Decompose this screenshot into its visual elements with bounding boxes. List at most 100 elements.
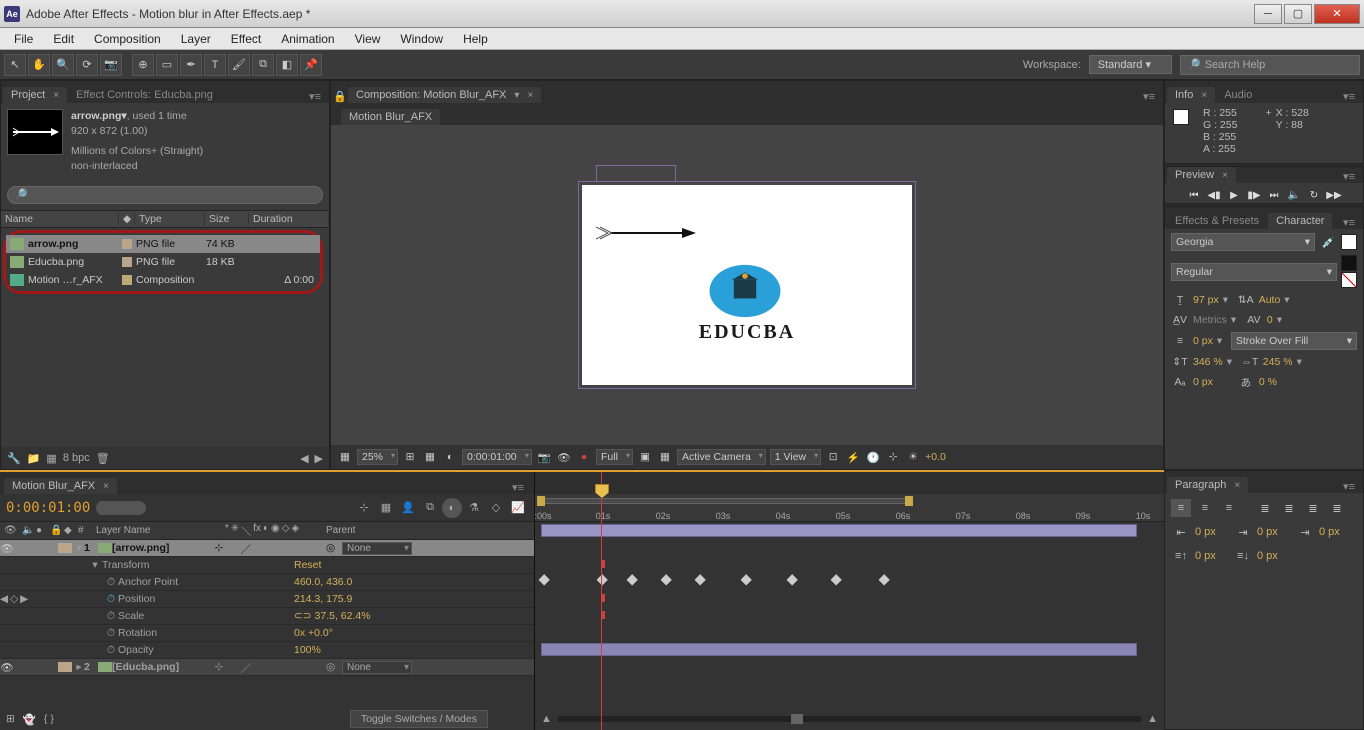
hand-tool-icon[interactable]: ✋ [28, 54, 50, 76]
stopwatch-active-icon[interactable]: ⏱ [106, 593, 116, 606]
panel-menu-icon[interactable]: ▾≡ [309, 90, 321, 103]
expand-icon[interactable]: ▸ [74, 661, 84, 673]
label-col-icon[interactable]: ◆ [60, 525, 74, 536]
loop-icon[interactable]: ↻ [1305, 187, 1323, 203]
close-icon[interactable]: × [1234, 480, 1240, 491]
new-folder-icon[interactable]: 📁 [27, 452, 41, 465]
solo-col-icon[interactable]: ● [32, 525, 46, 536]
kerning-value[interactable]: Metrics [1193, 314, 1227, 326]
auto-keyframe-icon[interactable]: ◇ [486, 498, 506, 518]
camera-tool-icon[interactable]: 📷 [100, 54, 122, 76]
stopwatch-icon[interactable]: ⏱ [106, 644, 116, 657]
vscale-value[interactable]: 346 % [1193, 356, 1223, 368]
project-search-input[interactable]: 🔎 [7, 186, 323, 204]
scale-value[interactable]: ⊂⊃ 37.5, 62.4% [294, 610, 424, 622]
transform-group-row[interactable]: ▾ Transform Reset [0, 557, 534, 574]
toggle-switches-button[interactable]: Toggle Switches / Modes [350, 710, 488, 728]
draft3d-icon[interactable]: ▦ [376, 498, 396, 518]
mask-toggle-icon[interactable]: ▦ [337, 449, 353, 465]
indent-right-value[interactable]: 0 px [1319, 526, 1353, 538]
mute-icon[interactable]: 🔈 [1285, 187, 1303, 203]
stroke-color-swatch[interactable] [1341, 255, 1357, 271]
next-frame-icon[interactable]: ▮▶ [1245, 187, 1263, 203]
ghost-icon[interactable]: 👻 [23, 713, 36, 726]
selection-tool-icon[interactable]: ↖ [4, 54, 26, 76]
anchor-value[interactable]: 460.0, 436.0 [294, 576, 424, 588]
tab-effects-presets[interactable]: Effects & Presets [1167, 213, 1267, 229]
flowchart-icon[interactable]: ⊹ [885, 449, 901, 465]
arrow-layer-graphic[interactable] [596, 223, 696, 243]
first-frame-icon[interactable]: ⏮ [1185, 187, 1203, 203]
keyframe-icon[interactable] [741, 574, 752, 585]
close-icon[interactable]: × [1222, 170, 1228, 181]
timeline-search-input[interactable] [96, 501, 146, 515]
resolution-dropdown[interactable]: Full [596, 449, 633, 465]
prop-anchor-row[interactable]: ⏱ Anchor Point 460.0, 436.0 [0, 574, 534, 591]
panel-menu-icon[interactable]: ▾≡ [1343, 480, 1355, 493]
menu-file[interactable]: File [6, 30, 41, 48]
play-icon[interactable]: ▶ [1225, 187, 1243, 203]
tsume-value[interactable]: 0 % [1259, 376, 1277, 388]
add-key-icon[interactable]: ◇ [10, 593, 18, 605]
space-after-value[interactable]: 0 px [1257, 550, 1291, 562]
close-icon[interactable]: × [53, 90, 59, 101]
prop-scale-row[interactable]: ⏱ Scale ⊂⊃ 37.5, 62.4% [0, 608, 534, 625]
opacity-value[interactable]: 100% [294, 644, 424, 656]
align-left-icon[interactable]: ≡ [1171, 499, 1191, 517]
ram-preview-icon[interactable]: ▶▶ [1325, 187, 1343, 203]
keyframe-icon[interactable] [661, 574, 672, 585]
timeline-icon[interactable]: 🕐 [865, 449, 881, 465]
hide-shy-icon[interactable]: 👤 [398, 498, 418, 518]
layer-row-2[interactable]: 👁 ▸ 2 [Educba.png] ⊹／ ◎ None [0, 659, 534, 676]
lock-icon[interactable]: 🔒 [333, 90, 347, 103]
tab-composition[interactable]: Composition: Motion Blur_AFX ▾× [348, 87, 541, 103]
close-icon[interactable]: × [1201, 90, 1207, 101]
align-right-icon[interactable]: ≡ [1219, 499, 1239, 517]
visibility-toggle-icon[interactable]: 👁 [0, 661, 14, 674]
prev-key-icon[interactable]: ◀ [0, 593, 8, 605]
zoom-tool-icon[interactable]: 🔍 [52, 54, 74, 76]
speaker-col-icon[interactable]: 🔈 [18, 525, 32, 536]
rotation-value[interactable]: 0x +0.0° [294, 627, 424, 639]
font-size-value[interactable]: 97 px [1193, 294, 1219, 306]
menu-edit[interactable]: Edit [45, 30, 82, 48]
channel-r-icon[interactable]: ● [576, 449, 592, 465]
lock-col-icon[interactable]: 🔒 [46, 525, 60, 536]
menu-window[interactable]: Window [392, 30, 451, 48]
views-dropdown[interactable]: 1 View [770, 449, 821, 465]
zoom-slider-handle[interactable] [791, 714, 803, 724]
eraser-tool-icon[interactable]: ◧ [276, 54, 298, 76]
pickwhip-icon[interactable]: ◎ [326, 661, 342, 673]
panel-menu-icon[interactable]: ▾≡ [1343, 170, 1355, 183]
stopwatch-icon[interactable]: ⏱ [106, 627, 116, 640]
playhead[interactable] [601, 472, 602, 730]
label-color-icon[interactable] [58, 543, 72, 553]
comp-mini-flowchart-icon[interactable]: ⊹ [354, 498, 374, 518]
parent-dropdown[interactable]: None [342, 661, 412, 674]
reset-link[interactable]: Reset [294, 559, 424, 571]
reset-exposure-icon[interactable]: ☀ [905, 449, 921, 465]
hscale-value[interactable]: 245 % [1263, 356, 1293, 368]
visibility-toggle-icon[interactable]: 👁 [0, 542, 14, 555]
label-color-icon[interactable] [122, 257, 132, 267]
project-columns[interactable]: Name ◆ Type Size Duration [1, 210, 329, 228]
delete-icon[interactable]: 🗑 [96, 452, 110, 465]
brush-tool-icon[interactable]: 🖌 [228, 54, 250, 76]
timeline-tracks-area[interactable]: :00s01s02s03s04s05s06s07s08s09s10s ▲ [535, 472, 1164, 730]
stroke-width-value[interactable]: 0 px [1193, 335, 1213, 347]
puppet-tool-icon[interactable]: 📌 [300, 54, 322, 76]
tab-audio[interactable]: Audio [1216, 87, 1260, 103]
panbehind-tool-icon[interactable]: ⊕ [132, 54, 154, 76]
panel-menu-icon[interactable]: ▾≡ [1343, 216, 1355, 229]
eye-col-icon[interactable]: 👁 [0, 525, 18, 536]
justify-right-icon[interactable]: ≣ [1303, 499, 1323, 517]
bpc-toggle[interactable]: 8 bpc [63, 452, 90, 464]
tab-info[interactable]: Info× [1167, 87, 1215, 103]
brainstorm-icon[interactable]: ⚗ [464, 498, 484, 518]
guides-icon[interactable]: ▦ [422, 449, 438, 465]
last-frame-icon[interactable]: ⏭ [1265, 187, 1283, 203]
search-help-input[interactable]: 🔎 Search Help [1180, 55, 1360, 75]
label-color-icon[interactable] [58, 662, 72, 672]
prop-position-row[interactable]: ◀◇▶ ⏱ Position 214.3, 175.9 [0, 591, 534, 608]
roi-icon[interactable]: ▣ [637, 449, 653, 465]
